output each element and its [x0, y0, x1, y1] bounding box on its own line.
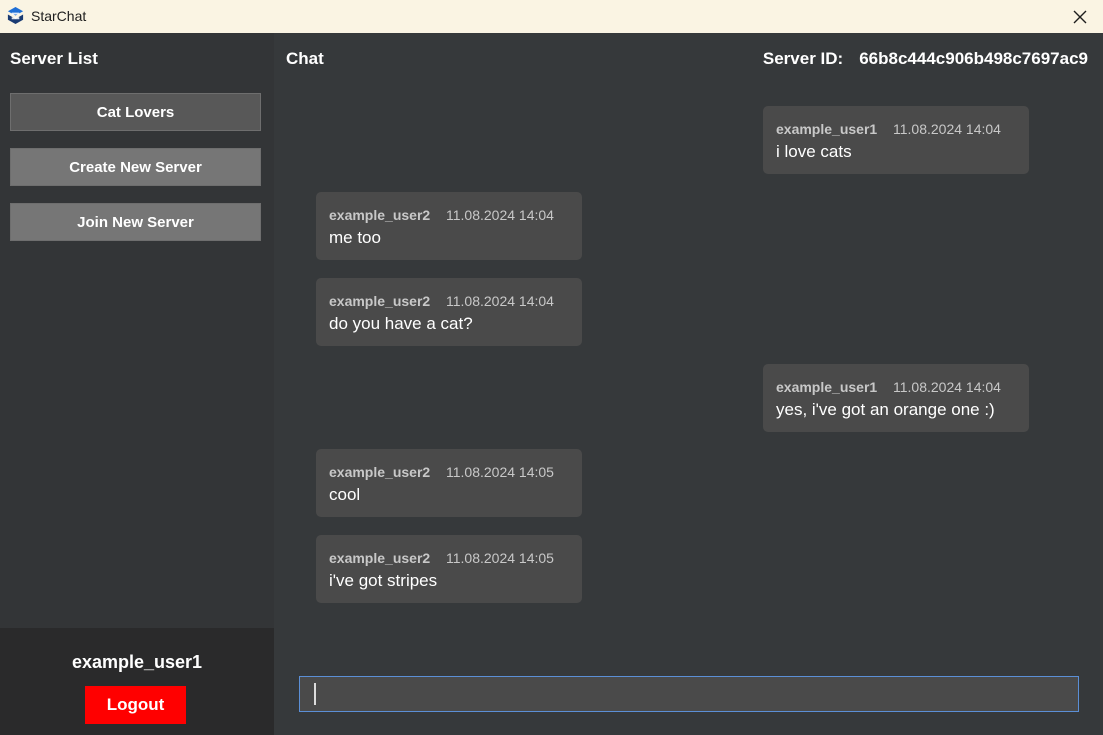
- close-icon: [1073, 10, 1087, 23]
- message-author: example_user2: [329, 207, 431, 223]
- message-text: i love cats: [776, 142, 852, 161]
- message-time: 11.08.2024 14:04: [446, 293, 554, 309]
- starchat-logo-icon: [7, 6, 24, 25]
- logout-button[interactable]: Logout: [85, 686, 186, 724]
- server-id-label: Server ID:: [762, 49, 844, 68]
- message-time: 11.08.2024 14:05: [446, 464, 554, 480]
- message-time: 11.08.2024 14:04: [893, 121, 1001, 137]
- window-title: StarChat: [31, 8, 87, 24]
- message-author: example_user2: [329, 550, 431, 566]
- join-server-button[interactable]: Join New Server: [10, 203, 261, 241]
- message-author: example_user2: [329, 464, 431, 480]
- message-time: 11.08.2024 14:04: [893, 379, 1001, 395]
- message-bubble: example_user2 11.08.2024 14:04 do you ha…: [316, 278, 582, 346]
- message-input[interactable]: [299, 676, 1079, 712]
- server-id-value: 66b8c444c906b498c7697ac9: [859, 49, 1088, 68]
- message-text: i've got stripes: [329, 571, 438, 590]
- message-bubble: example_user1 11.08.2024 14:04 yes, i've…: [763, 364, 1029, 432]
- server-id: Server ID: 66b8c444c906b498c7697ac9: [763, 49, 1088, 69]
- message-bubble: example_user2 11.08.2024 14:05 i've got …: [316, 535, 582, 603]
- message-author: example_user1: [776, 121, 878, 137]
- message-text: yes, i've got an orange one :): [776, 400, 995, 419]
- message-author: example_user1: [776, 379, 878, 395]
- title-bar: StarChat: [0, 0, 1103, 33]
- server-button-cat-lovers[interactable]: Cat Lovers: [10, 93, 261, 131]
- message-time: 11.08.2024 14:05: [446, 550, 554, 566]
- message-bubble: example_user1 11.08.2024 14:04 i love ca…: [763, 106, 1029, 174]
- close-button[interactable]: [1057, 0, 1103, 33]
- text-caret: [314, 683, 316, 705]
- current-username: example_user1: [71, 652, 203, 672]
- message-text: cool: [329, 485, 361, 504]
- create-server-button[interactable]: Create New Server: [10, 148, 261, 186]
- server-list-title: Server List: [10, 49, 98, 68]
- message-bubble: example_user2 11.08.2024 14:04 me too: [316, 192, 582, 260]
- message-author: example_user2: [329, 293, 431, 309]
- user-panel: example_user1 Logout: [0, 628, 274, 735]
- chat-title: Chat: [286, 49, 324, 68]
- message-text: me too: [329, 228, 381, 247]
- sidebar: Server List Cat Lovers Create New Server…: [0, 33, 274, 735]
- message-text: do you have a cat?: [329, 314, 473, 333]
- message-time: 11.08.2024 14:04: [446, 207, 554, 223]
- message-bubble: example_user2 11.08.2024 14:05 cool: [316, 449, 582, 517]
